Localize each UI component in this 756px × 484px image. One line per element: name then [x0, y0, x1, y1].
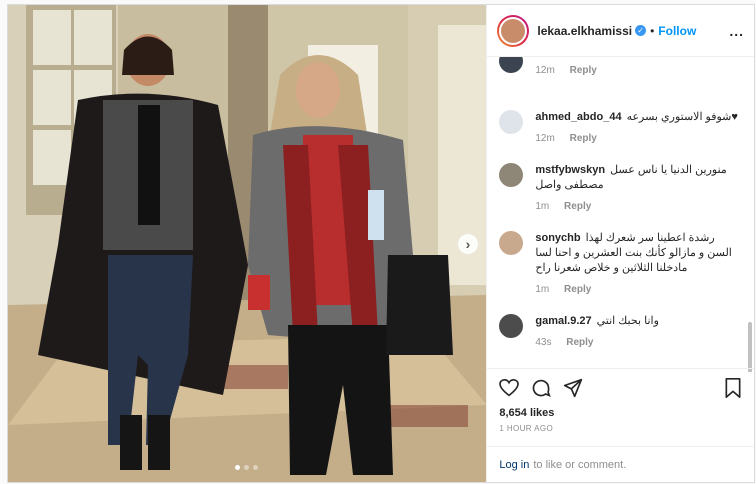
likes-count[interactable]: 8,654 likes	[499, 407, 742, 419]
chevron-right-icon: ›	[465, 236, 471, 252]
commenter-username[interactable]: gamal.9.27	[535, 315, 591, 327]
reply-button[interactable]: Reply	[570, 65, 597, 76]
username-link[interactable]: lekaa.elkhamissi	[537, 24, 632, 38]
post-photo	[8, 5, 487, 482]
comment-item: gamal.9.27 وانا بحبك انتي 43s Reply	[499, 314, 738, 350]
commenter-avatar[interactable]	[499, 110, 524, 134]
next-slide-button[interactable]: ›	[458, 234, 478, 254]
comment-time: 1m	[535, 284, 550, 295]
comment-time: 12m	[535, 65, 555, 76]
post-header: lekaa.elkhamissi ✓ • Follow ...	[487, 5, 754, 57]
post-actions: 8,654 likes 1 HOUR AGO	[487, 368, 754, 433]
comments-list[interactable]: 12m Reply ahmed_abdo_44 شوفو الاستوري بسر…	[487, 57, 754, 372]
comment-item: sonychb رشدة اعطينا سر شعرك لهذا السن و م…	[499, 231, 738, 297]
comment-icon[interactable]	[531, 378, 552, 398]
post-sidebar: lekaa.elkhamissi ✓ • Follow ... 12m Repl…	[486, 5, 754, 482]
heart-icon[interactable]	[499, 379, 520, 397]
comment-time: 12m	[535, 133, 555, 144]
verified-badge-icon: ✓	[635, 25, 647, 36]
commenter-avatar[interactable]	[499, 57, 524, 73]
post-media[interactable]: ›	[8, 5, 487, 482]
commenter-avatar[interactable]	[499, 163, 524, 187]
follow-button[interactable]: Follow	[658, 24, 696, 38]
commenter-username[interactable]: sonychb	[535, 232, 580, 244]
comment-text: وانا بحبك انتي	[596, 315, 659, 327]
comment-item: 12m Reply	[499, 57, 738, 78]
post-timestamp: 1 HOUR AGO	[499, 424, 554, 433]
comment-text: شوفو الاستوري بسرعه♥	[626, 111, 738, 123]
reply-button[interactable]: Reply	[566, 337, 593, 348]
comment-item: ahmed_abdo_44 شوفو الاستوري بسرعه♥ 12m Re…	[499, 110, 738, 146]
comment-time: 43s	[535, 337, 552, 348]
carousel-dot	[244, 465, 249, 470]
comments-scrollbar[interactable]	[748, 322, 752, 372]
reply-button[interactable]: Reply	[570, 133, 597, 144]
commenter-username[interactable]: ahmed_abdo_44	[535, 111, 621, 123]
commenter-avatar[interactable]	[499, 231, 524, 255]
comment-time: 1m	[535, 201, 550, 212]
commenter-username[interactable]: mstfybwskyn	[535, 164, 605, 176]
reply-button[interactable]: Reply	[564, 284, 591, 295]
comment-item: mstfybwskyn منورين الدنيا يا ناس عسل مصطف…	[499, 163, 738, 214]
carousel-dot-active	[235, 465, 240, 470]
more-options-icon[interactable]: ...	[729, 23, 744, 39]
avatar[interactable]	[497, 14, 530, 47]
bookmark-icon[interactable]	[724, 378, 742, 398]
share-icon[interactable]	[563, 378, 583, 398]
login-prompt: Log in to like or comment.	[487, 446, 754, 482]
commenter-avatar[interactable]	[499, 314, 524, 338]
separator-dot: •	[650, 23, 655, 38]
instagram-post: › lekaa.elkhamissi ✓ • Follow ... 12m Re…	[7, 4, 755, 483]
login-link[interactable]: Log in	[499, 459, 529, 471]
carousel-dot	[253, 465, 258, 470]
login-prompt-text: to like or comment.	[533, 458, 627, 471]
reply-button[interactable]: Reply	[564, 201, 591, 212]
carousel-indicator	[235, 465, 258, 470]
